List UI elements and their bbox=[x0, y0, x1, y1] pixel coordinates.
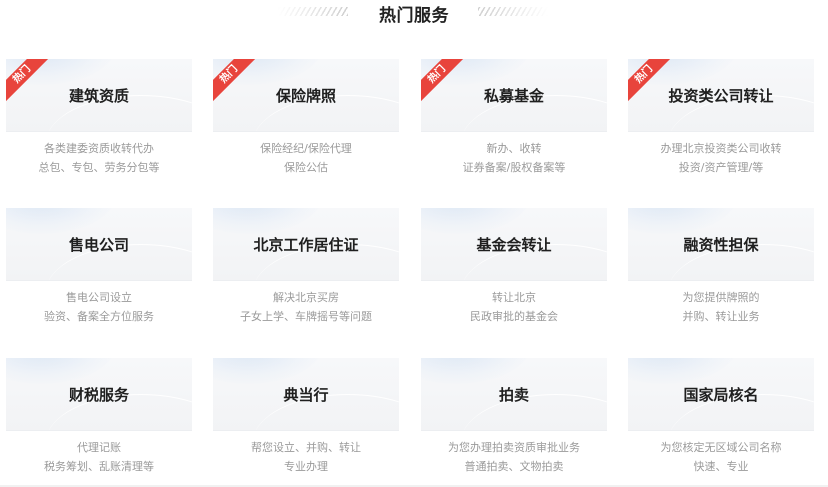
card-desc-line: 售电公司设立 bbox=[66, 291, 132, 304]
card-desc-line: 转让北京 bbox=[492, 291, 536, 304]
service-card-private-fund[interactable]: 热门 私募基金 新办、收转 证券备案/股权备案等 bbox=[421, 59, 607, 185]
decorative-stripes-right bbox=[478, 7, 548, 16]
service-card-investment-company-transfer[interactable]: 热门 投资类公司转让 办理北京投资类公司收转 投资/资产管理/等 bbox=[628, 59, 814, 185]
service-card-construction-qualification[interactable]: 热门 建筑资质 各类建委资质收转代办 总包、专包、劳务分包等 bbox=[6, 59, 192, 185]
card-desc-line: 保险公估 bbox=[284, 161, 328, 174]
card-desc-line: 为您提供牌照的 bbox=[682, 291, 760, 304]
card-title[interactable]: 国家局核名 bbox=[628, 384, 814, 405]
card-description: 售电公司设立 验资、备案全方位服务 bbox=[6, 288, 192, 326]
card-desc-line: 解决北京买房 bbox=[273, 291, 339, 304]
service-card-electricity-company[interactable]: 售电公司 售电公司设立 验资、备案全方位服务 bbox=[6, 208, 192, 334]
card-description: 各类建委资质收转代办 总包、专包、劳务分包等 bbox=[6, 139, 192, 177]
card-title[interactable]: 基金会转让 bbox=[421, 234, 607, 255]
card-title[interactable]: 售电公司 bbox=[6, 234, 192, 255]
service-card-beijing-residence-permit[interactable]: 北京工作居住证 解决北京买房 子女上学、车牌摇号等问题 bbox=[213, 208, 399, 334]
hot-badge-label: 热门 bbox=[6, 59, 50, 103]
card-description: 帮您设立、并购、转让 专业办理 bbox=[213, 438, 399, 476]
card-desc-line: 验资、备案全方位服务 bbox=[44, 310, 154, 323]
card-description: 为您提供牌照的 并购、转让业务 bbox=[628, 288, 814, 326]
card-description: 解决北京买房 子女上学、车牌摇号等问题 bbox=[213, 288, 399, 326]
hot-badge-label: 热门 bbox=[421, 59, 465, 103]
card-desc-line: 帮您设立、并购、转让 bbox=[251, 441, 361, 454]
hot-badge-label: 热门 bbox=[628, 59, 672, 103]
card-desc-line: 快速、专业 bbox=[693, 460, 749, 473]
service-card-national-name-check[interactable]: 国家局核名 为您核定无区域公司名称 快速、专业 bbox=[628, 358, 814, 484]
card-desc-line: 专业办理 bbox=[284, 460, 328, 473]
card-description: 办理北京投资类公司收转 投资/资产管理/等 bbox=[628, 139, 814, 177]
hot-badge: 热门 bbox=[6, 59, 50, 103]
card-description: 保险经纪/保险代理 保险公估 bbox=[213, 139, 399, 177]
section-header: 热门服务 bbox=[0, 0, 828, 28]
card-title[interactable]: 北京工作居住证 bbox=[213, 234, 399, 255]
card-description: 转让北京 民政审批的基金会 bbox=[421, 288, 607, 326]
card-title[interactable]: 融资性担保 bbox=[628, 234, 814, 255]
card-desc-line: 为您核定无区域公司名称 bbox=[660, 441, 782, 454]
card-description: 为您核定无区域公司名称 快速、专业 bbox=[628, 438, 814, 476]
section-title: 热门服务 bbox=[379, 6, 449, 26]
card-desc-line: 为您办理拍卖资质审批业务 bbox=[448, 441, 580, 454]
card-desc-line: 总包、专包、劳务分包等 bbox=[38, 161, 160, 174]
card-desc-line: 子女上学、车牌摇号等问题 bbox=[240, 310, 372, 323]
service-card-auction[interactable]: 拍卖 为您办理拍卖资质审批业务 普通拍卖、文物拍卖 bbox=[421, 358, 607, 484]
card-desc-line: 税务筹划、乱账清理等 bbox=[44, 460, 154, 473]
card-description: 代理记账 税务筹划、乱账清理等 bbox=[6, 438, 192, 476]
card-desc-line: 民政审批的基金会 bbox=[470, 310, 558, 323]
card-description: 为您办理拍卖资质审批业务 普通拍卖、文物拍卖 bbox=[421, 438, 607, 476]
card-desc-line: 代理记账 bbox=[77, 441, 121, 454]
card-desc-line: 新办、收转 bbox=[486, 142, 542, 155]
card-desc-line: 并购、转让业务 bbox=[682, 310, 760, 323]
hot-badge: 热门 bbox=[628, 59, 672, 103]
card-desc-line: 普通拍卖、文物拍卖 bbox=[464, 460, 564, 473]
service-card-financing-guarantee[interactable]: 融资性担保 为您提供牌照的 并购、转让业务 bbox=[628, 208, 814, 334]
service-card-foundation-transfer[interactable]: 基金会转让 转让北京 民政审批的基金会 bbox=[421, 208, 607, 334]
card-title[interactable]: 拍卖 bbox=[421, 384, 607, 405]
card-title[interactable]: 财税服务 bbox=[6, 384, 192, 405]
card-desc-line: 办理北京投资类公司收转 bbox=[660, 142, 782, 155]
hot-badge: 热门 bbox=[213, 59, 257, 103]
service-card-insurance-license[interactable]: 热门 保险牌照 保险经纪/保险代理 保险公估 bbox=[213, 59, 399, 185]
hot-badge: 热门 bbox=[421, 59, 465, 103]
card-desc-line: 证券备案/股权备案等 bbox=[462, 161, 566, 174]
card-desc-line: 各类建委资质收转代办 bbox=[44, 142, 154, 155]
card-desc-line: 保险经纪/保险代理 bbox=[260, 142, 352, 155]
service-card-tax-services[interactable]: 财税服务 代理记账 税务筹划、乱账清理等 bbox=[6, 358, 192, 484]
card-description: 新办、收转 证券备案/股权备案等 bbox=[421, 139, 607, 177]
service-card-pawnshop[interactable]: 典当行 帮您设立、并购、转让 专业办理 bbox=[213, 358, 399, 484]
hot-badge-label: 热门 bbox=[213, 59, 257, 103]
card-desc-line: 投资/资产管理/等 bbox=[678, 161, 764, 174]
card-title[interactable]: 典当行 bbox=[213, 384, 399, 405]
